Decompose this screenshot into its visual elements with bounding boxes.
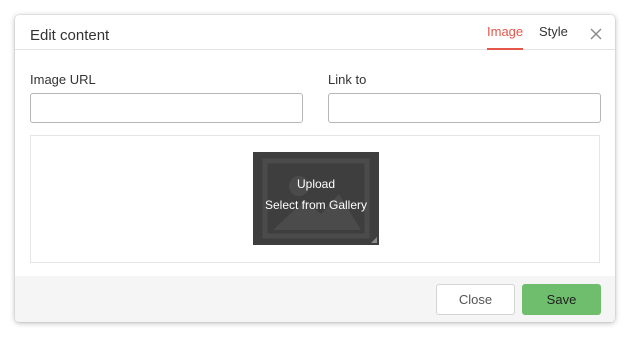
resize-handle-icon[interactable] — [371, 237, 377, 243]
save-button[interactable]: Save — [522, 284, 601, 315]
image-url-label: Image URL — [30, 72, 96, 87]
link-to-input[interactable] — [328, 93, 601, 123]
close-button[interactable]: Close — [436, 284, 515, 315]
upload-link[interactable]: Upload — [253, 177, 379, 191]
edit-content-dialog: Edit content Image Style Image URL Link … — [15, 15, 615, 322]
image-placeholder-box[interactable]: Upload Select from Gallery — [253, 152, 379, 245]
select-from-gallery-link[interactable]: Select from Gallery — [253, 198, 379, 212]
tab-style[interactable]: Style — [539, 24, 568, 40]
image-preview-area: Upload Select from Gallery — [30, 135, 600, 263]
image-url-input[interactable] — [30, 93, 303, 123]
dialog-title: Edit content — [30, 27, 110, 44]
dialog-footer: Close Save — [15, 276, 615, 322]
dialog-header: Edit content Image Style — [15, 15, 615, 50]
tab-image[interactable]: Image — [487, 24, 524, 50]
close-icon[interactable] — [589, 27, 603, 41]
link-to-label: Link to — [328, 72, 367, 87]
